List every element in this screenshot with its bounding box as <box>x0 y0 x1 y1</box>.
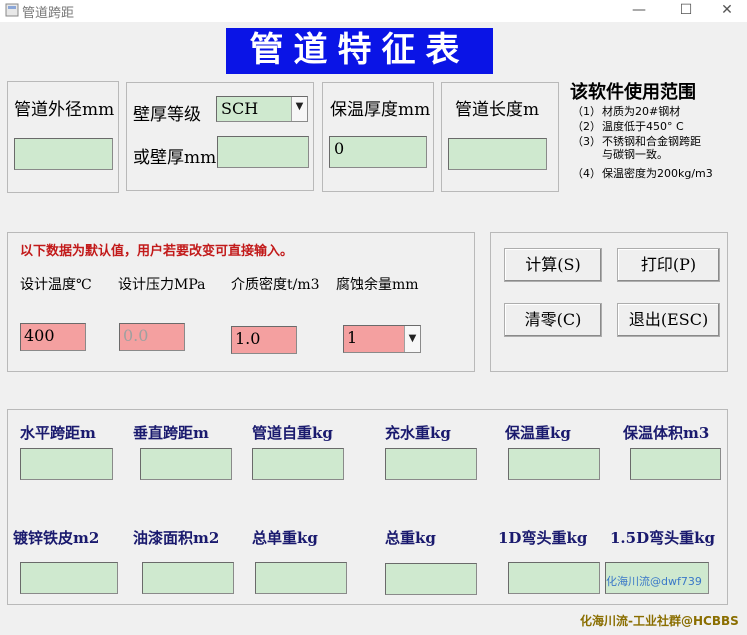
galvanized-sheet-label: 镀锌铁皮m2 <box>13 529 100 547</box>
insulation-weight-label: 保温重kg <box>505 424 571 442</box>
design-pressure-label: 设计压力MPa <box>118 277 206 293</box>
wall-grade-value: SCH <box>221 99 259 118</box>
wall-thickness-input[interactable] <box>217 136 309 168</box>
elbow-15d-weight-label: 1.5D弯头重kg <box>610 529 715 547</box>
insulation-volume-label: 保温体积m3 <box>623 424 710 442</box>
scope-item-text-2: 温度低于450° C <box>602 120 684 133</box>
scope-title: 该软件使用范围 <box>570 82 696 103</box>
outer-diameter-label: 管道外径mm <box>14 100 115 120</box>
wall-grade-label: 壁厚等级 <box>133 105 201 125</box>
unit-weight-output[interactable] <box>255 562 347 594</box>
corrosion-allowance-label: 腐蚀余量mm <box>336 277 419 293</box>
total-weight-label: 总重kg <box>385 529 436 547</box>
insulation-volume-output[interactable] <box>630 448 721 480</box>
insulation-weight-output[interactable] <box>508 448 600 480</box>
scope-item-text-1: 材质为20#钢材 <box>602 105 681 118</box>
exit-button[interactable]: 退出(ESC) <box>617 303 720 337</box>
design-temp-label: 设计温度℃ <box>20 277 92 293</box>
page-title-banner: 管道特征表 <box>226 28 493 74</box>
elbow-1d-weight-output[interactable] <box>508 562 600 594</box>
elbow-1d-weight-label: 1D弯头重kg <box>498 529 588 547</box>
calculate-button[interactable]: 计算(S) <box>504 248 602 282</box>
pipe-length-input[interactable] <box>448 138 547 170</box>
outer-diameter-input[interactable] <box>14 138 113 170</box>
insulation-thickness-label: 保温厚度mm <box>330 100 431 120</box>
design-pressure-input[interactable]: 0.0 <box>119 323 185 351</box>
design-temp-input[interactable]: 400 <box>20 323 86 351</box>
scope-item-num-1: （1） <box>572 105 601 118</box>
vertical-span-label: 垂直跨距m <box>133 424 209 442</box>
print-button[interactable]: 打印(P) <box>617 248 720 282</box>
chevron-down-icon[interactable]: ▼ <box>404 326 420 352</box>
scope-item-num-3: （3） <box>572 135 601 148</box>
corrosion-allowance-value: 1 <box>347 328 358 347</box>
wall-grade-select[interactable]: SCH ▼ <box>216 96 308 122</box>
window-title: 管道跨距 <box>22 6 75 21</box>
scope-item-num-2: （2） <box>572 120 601 133</box>
paint-area-label: 油漆面积m2 <box>133 529 220 547</box>
pipe-weight-output[interactable] <box>252 448 344 480</box>
paint-area-output[interactable] <box>142 562 234 594</box>
scope-item-text-3: 不锈钢和合金钢跨距 <box>602 135 701 148</box>
minimize-button[interactable]: — <box>619 0 659 22</box>
total-weight-output[interactable] <box>385 563 477 595</box>
horizontal-span-output[interactable] <box>20 448 113 480</box>
clear-button[interactable]: 清零(C) <box>504 303 602 337</box>
insulation-thickness-input[interactable]: 0 <box>329 136 427 168</box>
defaults-notice: 以下数据为默认值，用户若要改变可直接输入。 <box>20 244 294 259</box>
watermark-community: 化海川流-工业社群@HCBBS <box>580 614 739 628</box>
water-weight-label: 充水重kg <box>385 424 451 442</box>
maximize-button[interactable]: ☐ <box>666 0 706 22</box>
corrosion-allowance-select[interactable]: 1 ▼ <box>343 325 421 353</box>
scope-item-text-3b: 与碳钢一致。 <box>602 148 668 161</box>
medium-density-label: 介质密度t/m3 <box>231 277 320 293</box>
medium-density-input[interactable]: 1.0 <box>231 326 297 354</box>
vertical-span-output[interactable] <box>140 448 232 480</box>
wall-thickness-label: 或壁厚mm <box>133 148 217 168</box>
app-icon <box>5 3 19 17</box>
scope-item-num-4: （4） <box>572 167 601 180</box>
watermark-author: 化海川流@dwf739 <box>606 575 702 588</box>
close-button[interactable]: ✕ <box>707 0 747 22</box>
water-weight-output[interactable] <box>385 448 477 480</box>
horizontal-span-label: 水平跨距m <box>20 424 96 442</box>
unit-weight-label: 总单重kg <box>252 529 318 547</box>
galvanized-sheet-output[interactable] <box>20 562 118 594</box>
chevron-down-icon[interactable]: ▼ <box>291 97 307 121</box>
scope-item-text-4: 保温密度为200kg/m3 <box>602 167 713 180</box>
pipe-length-label: 管道长度m <box>455 100 540 120</box>
pipe-weight-label: 管道自重kg <box>252 424 333 442</box>
